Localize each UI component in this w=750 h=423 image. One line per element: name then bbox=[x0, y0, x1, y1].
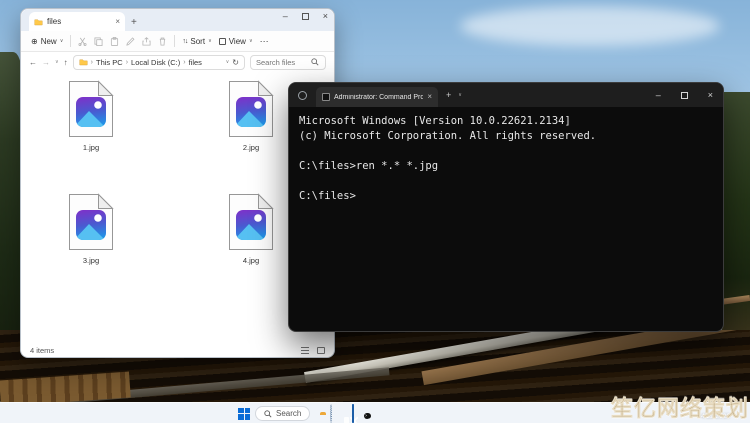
phone-link-icon[interactable] bbox=[352, 404, 354, 423]
forward-button[interactable]: → bbox=[42, 58, 50, 67]
file-name: 3.jpg bbox=[31, 256, 151, 265]
image-file-icon bbox=[68, 80, 114, 138]
taskbar-search[interactable]: Search bbox=[255, 406, 310, 421]
image-file-icon bbox=[68, 193, 114, 251]
wallpaper-trees-left bbox=[0, 52, 22, 344]
breadcrumb-bar[interactable]: › This PC › Local Disk (C:) › files ∨ ↻ bbox=[73, 55, 245, 70]
terminal-prompt-line: C:\files> bbox=[299, 189, 713, 204]
terminal-close-button[interactable]: × bbox=[708, 90, 713, 100]
wallpaper-fence bbox=[720, 295, 750, 305]
taskbar-search-label: Search bbox=[276, 409, 301, 418]
crumb-separator: › bbox=[183, 59, 185, 66]
more-options-button[interactable]: ⋯ bbox=[260, 36, 269, 47]
wallpaper-rail-bed bbox=[422, 330, 750, 385]
terminal-line: C:\files>ren *.* *.jpg bbox=[299, 159, 713, 174]
chevron-down-icon: ∨ bbox=[249, 38, 253, 44]
new-tab-button[interactable]: + bbox=[131, 17, 137, 28]
cmd-tab-icon bbox=[322, 93, 330, 101]
minimize-button[interactable]: – bbox=[283, 11, 288, 21]
refresh-icon[interactable]: ↻ bbox=[232, 58, 239, 67]
terminal-tab-close-icon[interactable]: × bbox=[427, 93, 432, 101]
crumb-separator: › bbox=[91, 59, 93, 66]
terminal-tab-title: Administrator: Command Pro bbox=[334, 94, 423, 101]
share-icon[interactable] bbox=[142, 37, 151, 46]
terminal-window: Administrator: Command Pro × + ∨ – × Mic… bbox=[288, 82, 724, 332]
cut-icon[interactable] bbox=[78, 37, 87, 46]
tab-close-icon[interactable]: × bbox=[115, 18, 120, 26]
sort-icon: ↑↓ bbox=[182, 38, 187, 45]
new-label: New bbox=[41, 37, 57, 46]
rename-icon[interactable] bbox=[126, 37, 135, 46]
folder-icon bbox=[79, 58, 88, 66]
sort-button[interactable]: ↑↓ Sort ∨ bbox=[182, 37, 211, 46]
view-label: View bbox=[229, 37, 246, 46]
file-item[interactable]: 1.jpg bbox=[31, 80, 151, 152]
terminal-line bbox=[299, 144, 713, 159]
sort-label: Sort bbox=[190, 37, 205, 46]
folder-icon bbox=[34, 18, 43, 26]
terminal-line bbox=[299, 174, 713, 189]
explorer-tab-strip: files × + – × bbox=[21, 9, 334, 31]
terminal-output[interactable]: Microsoft Windows [Version 10.0.22621.21… bbox=[289, 107, 723, 211]
file-item[interactable]: 3.jpg bbox=[31, 193, 151, 265]
search-icon bbox=[311, 58, 319, 66]
back-button[interactable]: ← bbox=[29, 58, 37, 67]
toolbar-divider bbox=[174, 35, 175, 47]
address-chevron-icon[interactable]: ∨ bbox=[226, 59, 230, 65]
maximize-button[interactable] bbox=[302, 13, 309, 20]
explorer-address-row: ← → ∨ ↑ › This PC › Local Disk (C:) › fi… bbox=[21, 52, 334, 72]
search-icon bbox=[264, 410, 272, 418]
start-button[interactable] bbox=[238, 408, 250, 420]
breadcrumb-folder[interactable]: files bbox=[189, 58, 202, 67]
terminal-line: Microsoft Windows [Version 10.0.22621.21… bbox=[299, 114, 713, 129]
breadcrumb-drive[interactable]: Local Disk (C:) bbox=[131, 58, 180, 67]
watermark-text: 笙亿网络策划 bbox=[611, 391, 749, 423]
file-name: 1.jpg bbox=[31, 143, 151, 152]
new-plus-icon: ⊕ bbox=[31, 37, 38, 46]
history-chevron-icon[interactable]: ∨ bbox=[55, 59, 59, 65]
breadcrumb-this-pc[interactable]: This PC bbox=[96, 58, 123, 67]
terminal-new-tab-button[interactable]: + bbox=[446, 90, 451, 100]
up-button[interactable]: ↑ bbox=[64, 58, 68, 67]
settings-gear-icon[interactable] bbox=[330, 404, 332, 423]
terminal-titlebar: Administrator: Command Pro × + ∨ – × bbox=[289, 83, 723, 107]
explorer-toolbar: ⊕ New ∨ ↑↓ Sort ∨ View ∨ ⋯ bbox=[21, 31, 334, 52]
search-input[interactable] bbox=[256, 58, 308, 67]
wallpaper-tie bbox=[0, 371, 131, 402]
large-icons-view-icon[interactable] bbox=[317, 347, 325, 354]
crumb-separator: › bbox=[126, 59, 128, 66]
new-button[interactable]: ⊕ New ∨ bbox=[31, 37, 63, 46]
terminal-app-icon bbox=[298, 91, 307, 100]
search-box[interactable] bbox=[250, 55, 326, 70]
tab-label: files bbox=[47, 17, 111, 26]
terminal-tab-dropdown-icon[interactable]: ∨ bbox=[458, 92, 462, 98]
items-count: 4 items bbox=[30, 346, 54, 355]
toolbar-divider bbox=[70, 35, 71, 47]
desktop: files × + – × ⊕ New ∨ bbox=[0, 0, 750, 423]
close-button[interactable]: × bbox=[323, 11, 328, 21]
image-file-icon bbox=[228, 193, 274, 251]
chevron-down-icon: ∨ bbox=[208, 38, 212, 44]
explorer-tab-files[interactable]: files × bbox=[29, 12, 125, 31]
explorer-status-bar: 4 items bbox=[21, 343, 334, 357]
delete-icon[interactable] bbox=[158, 37, 167, 46]
cloud bbox=[460, 6, 720, 46]
view-button[interactable]: View ∨ bbox=[219, 37, 253, 46]
details-view-icon[interactable] bbox=[301, 347, 309, 354]
image-file-icon bbox=[228, 80, 274, 138]
cmd-icon[interactable]: ›_ bbox=[364, 413, 371, 419]
chevron-down-icon: ∨ bbox=[60, 38, 64, 44]
terminal-maximize-button[interactable] bbox=[681, 92, 688, 99]
terminal-minimize-button[interactable]: – bbox=[656, 90, 661, 100]
copy-icon[interactable] bbox=[94, 37, 103, 46]
terminal-line: (c) Microsoft Corporation. All rights re… bbox=[299, 129, 713, 144]
view-icon bbox=[219, 38, 226, 45]
paste-icon[interactable] bbox=[110, 37, 119, 46]
terminal-tab[interactable]: Administrator: Command Pro × bbox=[316, 87, 438, 107]
